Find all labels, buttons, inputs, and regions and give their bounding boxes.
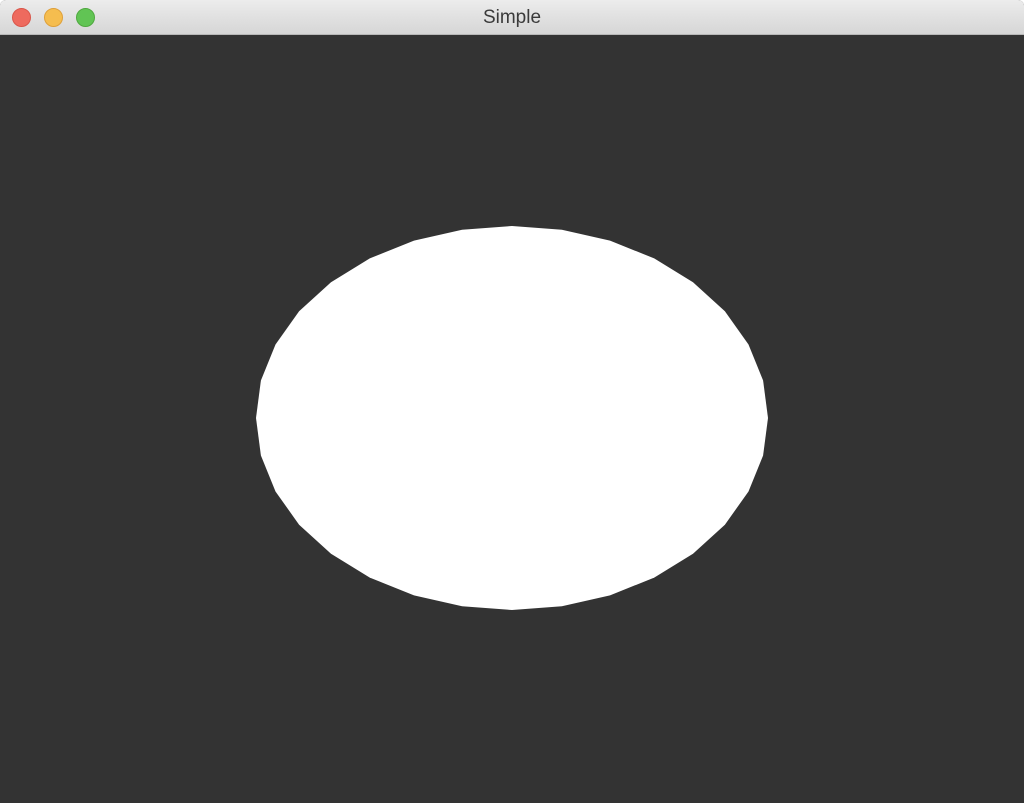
canvas-svg bbox=[0, 35, 1024, 803]
window-title: Simple bbox=[482, 7, 542, 28]
render-canvas[interactable] bbox=[0, 35, 1024, 803]
white-ellipse bbox=[256, 226, 768, 610]
title-bar[interactable]: Simple bbox=[0, 0, 1024, 35]
app-window: Simple bbox=[0, 0, 1024, 803]
